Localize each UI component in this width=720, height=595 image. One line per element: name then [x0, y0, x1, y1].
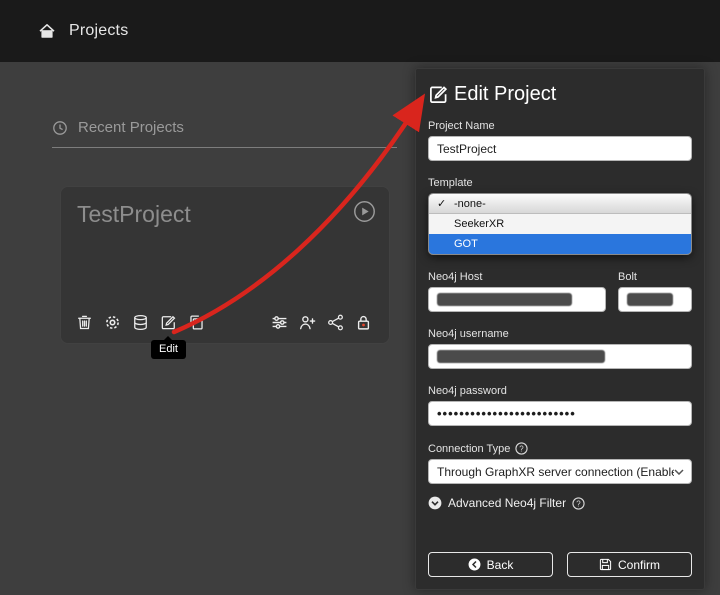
edit-square-icon [428, 84, 449, 105]
edit-project-panel: Edit Project Project Name Template ✓ -no… [415, 68, 705, 590]
back-arrow-icon [468, 558, 481, 571]
confirm-button-label: Confirm [617, 557, 660, 572]
sliders-icon[interactable] [271, 314, 288, 331]
home-icon[interactable] [38, 22, 56, 40]
neo4j-host-input[interactable] [428, 287, 606, 312]
collapse-circle-icon [428, 496, 442, 510]
help-icon[interactable]: ? [572, 496, 585, 510]
save-icon [599, 558, 612, 571]
check-icon: ✓ [437, 198, 447, 210]
advanced-filter-label: Advanced Neo4j Filter [448, 496, 567, 510]
neo4j-username-label: Neo4j username [428, 328, 509, 340]
redacted-username-value [437, 350, 605, 363]
advanced-neo4j-filter-toggle[interactable]: Advanced Neo4j Filter ? [428, 496, 692, 510]
project-name-group: Project Name [428, 120, 692, 161]
top-navbar: Projects [0, 0, 720, 62]
share-icon[interactable] [327, 314, 344, 331]
project-card-toolbar [76, 314, 372, 331]
bolt-label: Bolt [618, 271, 637, 283]
recent-projects-header: Recent Projects [52, 119, 397, 148]
project-name-input[interactable] [428, 136, 692, 161]
lock-icon[interactable] [355, 314, 372, 331]
play-project-button[interactable] [353, 200, 376, 228]
neo4j-password-input[interactable] [428, 401, 692, 426]
template-option-none[interactable]: ✓ -none- [429, 194, 691, 214]
database-icon[interactable] [132, 314, 149, 331]
help-icon[interactable]: ? [515, 442, 528, 455]
svg-text:?: ? [520, 444, 525, 453]
section-title: Recent Projects [78, 119, 184, 136]
connection-type-select[interactable]: Through GraphXR server connection (Enabl… [428, 459, 692, 484]
edit-tooltip: Edit [151, 336, 186, 359]
confirm-button[interactable]: Confirm [567, 552, 692, 577]
neo4j-password-label: Neo4j password [428, 385, 507, 397]
redacted-bolt-value [627, 293, 673, 306]
template-label: Template [428, 177, 473, 189]
back-button-label: Back [486, 557, 514, 572]
nav-projects-link[interactable]: Projects [69, 22, 128, 40]
password-group: Neo4j password [428, 385, 692, 426]
neo4j-host-label: Neo4j Host [428, 271, 483, 283]
username-group: Neo4j username [428, 328, 692, 369]
connection-type-value: Through GraphXR server connection (Enabl… [437, 464, 674, 479]
template-option-list: SeekerXR GOT [429, 214, 691, 254]
panel-actions: Back Confirm [428, 552, 692, 577]
connection-type-group: Connection Type ? Through GraphXR server… [428, 442, 692, 484]
svg-text:?: ? [576, 499, 581, 508]
template-dropdown: ✓ -none- SeekerXR GOT [428, 193, 692, 255]
duplicate-project-icon[interactable] [188, 314, 205, 331]
settings-gear-icon[interactable] [104, 314, 121, 331]
bolt-input[interactable] [618, 287, 692, 312]
panel-title-text: Edit Project [454, 83, 557, 105]
template-option-seekerxr[interactable]: SeekerXR [429, 214, 691, 234]
add-user-icon[interactable] [299, 314, 316, 331]
host-bolt-group: Neo4j Host Bolt [428, 271, 692, 312]
connection-type-label-text: Connection Type [428, 442, 511, 455]
project-card-name: TestProject [77, 201, 191, 227]
edit-project-icon[interactable] [160, 314, 177, 331]
clock-icon [52, 120, 68, 136]
project-card[interactable]: TestProject [60, 186, 390, 344]
template-selected-text: -none- [454, 197, 486, 210]
template-option-got[interactable]: GOT [429, 234, 691, 254]
redacted-host-value [437, 293, 572, 306]
template-group: Template ✓ -none- SeekerXR GOT [428, 177, 692, 255]
neo4j-username-input[interactable] [428, 344, 692, 369]
back-button[interactable]: Back [428, 552, 553, 577]
delete-project-icon[interactable] [76, 314, 93, 331]
chevron-down-icon [674, 468, 684, 475]
connection-type-label: Connection Type ? [428, 442, 692, 455]
panel-title: Edit Project [428, 83, 692, 106]
project-name-label: Project Name [428, 120, 495, 132]
